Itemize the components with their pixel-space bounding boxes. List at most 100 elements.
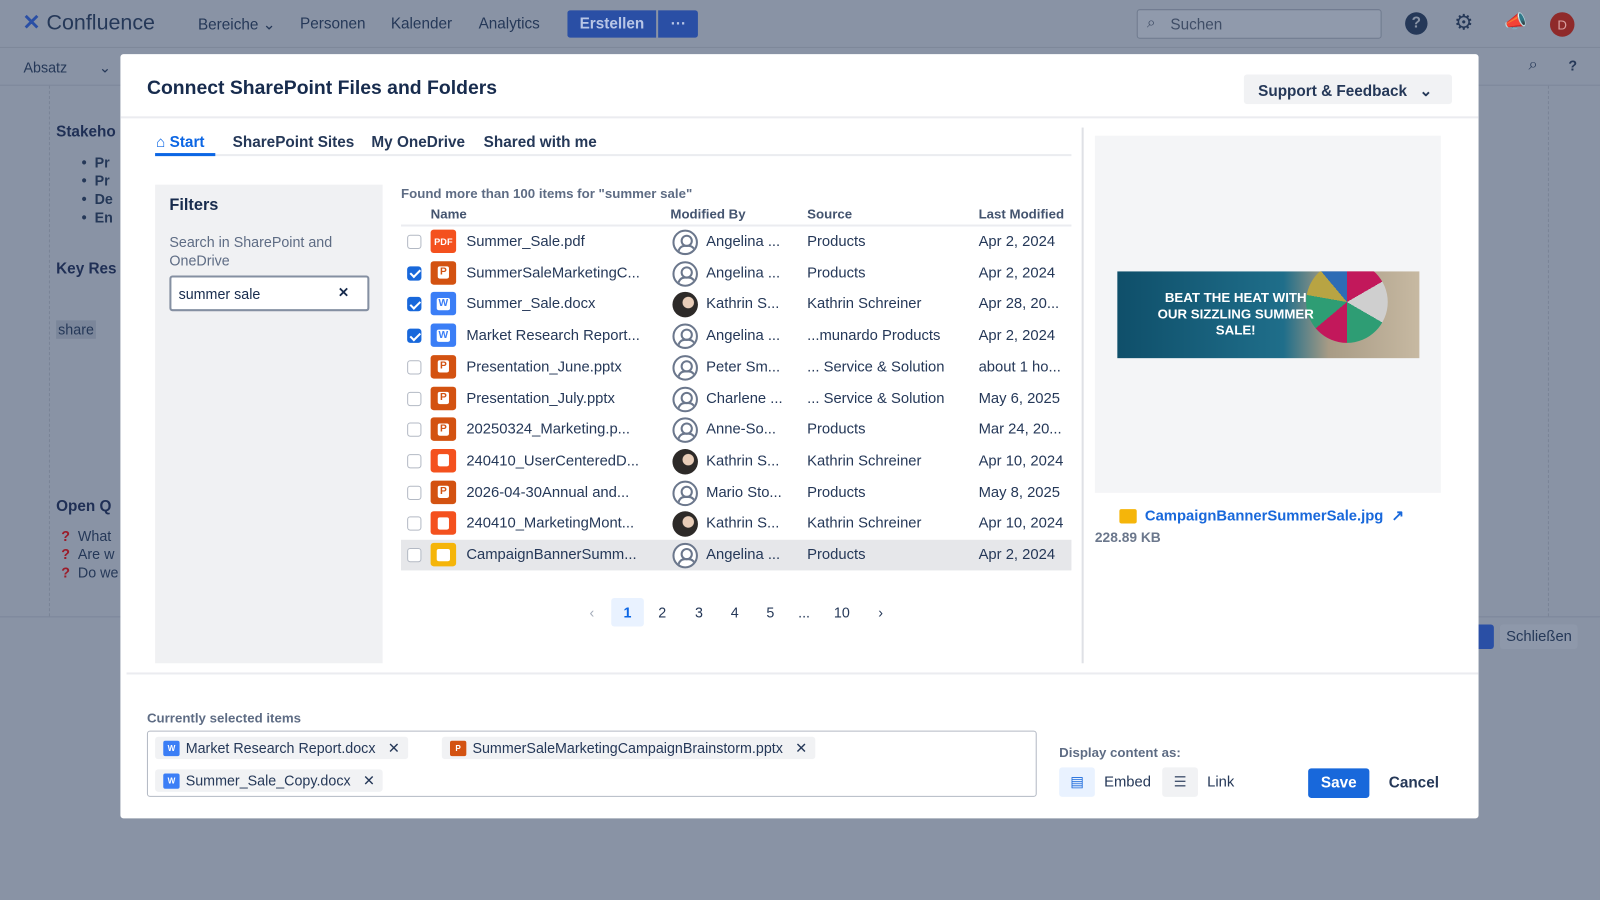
page-3-button[interactable]: 3: [683, 598, 716, 627]
question-icon: ?: [61, 564, 70, 580]
external-link-icon[interactable]: ↗: [1391, 508, 1403, 524]
file-name[interactable]: Presentation_June.pptx: [466, 359, 621, 375]
support-feedback-button[interactable]: Support & Feedback ⌄: [1244, 74, 1452, 104]
umbrella-graphic: [1306, 271, 1388, 342]
table-row[interactable]: P 20250324_Marketing.p... Anne-So... Pro…: [401, 414, 1071, 445]
home-icon: ⌂: [156, 134, 165, 151]
editor-help-icon[interactable]: ?: [1568, 57, 1577, 73]
tab-my-onedrive[interactable]: My OneDrive: [371, 134, 465, 151]
pptx-file-icon: P: [431, 480, 457, 503]
row-checkbox[interactable]: [407, 548, 421, 562]
file-source: ... Service & Solution: [807, 359, 944, 375]
close-editor-button[interactable]: Schließen: [1500, 624, 1578, 648]
table-row[interactable]: ▶ 240410_UserCenteredD... Kathrin S... K…: [401, 446, 1071, 477]
notifications-icon[interactable]: 📣: [1504, 11, 1527, 32]
link-icon-button[interactable]: ☰: [1162, 767, 1198, 797]
file-name[interactable]: 240410_MarketingMont...: [466, 516, 634, 532]
clear-search-icon[interactable]: ✕: [338, 285, 349, 301]
table-row[interactable]: W Market Research Report... Angelina ...…: [401, 321, 1071, 352]
preview-file-link[interactable]: CampaignBannerSummerSale.jpg↗: [1119, 508, 1404, 524]
powerpoint-file-icon: P: [450, 740, 466, 755]
table-row[interactable]: ▲ CampaignBannerSumm... Angelina ... Pro…: [401, 540, 1071, 571]
editor-search-icon[interactable]: ⌕: [1529, 56, 1538, 74]
tab-shared-with-me[interactable]: Shared with me: [484, 134, 597, 151]
create-more-button[interactable]: ···: [659, 10, 699, 38]
table-row[interactable]: P SummerSaleMarketingC... Angelina ... P…: [401, 258, 1071, 289]
nav-personen[interactable]: Personen: [300, 15, 366, 32]
row-checkbox[interactable]: [407, 517, 421, 531]
page-10-button[interactable]: 10: [826, 598, 859, 627]
page-5-button[interactable]: 5: [754, 598, 787, 627]
user-avatar[interactable]: D: [1550, 12, 1574, 36]
row-checkbox[interactable]: [407, 454, 421, 468]
embed-icon-button[interactable]: ▤: [1059, 767, 1095, 797]
filter-search-input[interactable]: summer sale✕: [169, 276, 369, 312]
row-checkbox[interactable]: [407, 297, 421, 311]
settings-gear-icon[interactable]: ⚙: [1454, 10, 1473, 36]
user-avatar-icon: [672, 261, 698, 287]
selected-chip: PSummerSaleMarketingCampaignBrainstorm.p…: [442, 737, 815, 759]
file-name[interactable]: 240410_UserCenteredD...: [466, 453, 639, 469]
row-checkbox[interactable]: [407, 485, 421, 499]
table-row[interactable]: P Presentation_June.pptx Peter Sm... ...…: [401, 352, 1071, 383]
nav-bereiche[interactable]: Bereiche ⌄: [198, 15, 276, 33]
question-icon: ?: [61, 528, 70, 544]
table-row[interactable]: P Presentation_July.pptx Charlene ... ..…: [401, 383, 1071, 414]
file-name[interactable]: Market Research Report...: [466, 328, 640, 344]
row-checkbox[interactable]: [407, 423, 421, 437]
help-icon[interactable]: ?: [1405, 12, 1427, 34]
row-checkbox[interactable]: [407, 329, 421, 343]
file-name[interactable]: 20250324_Marketing.p...: [466, 422, 630, 438]
file-name[interactable]: Presentation_July.pptx: [466, 390, 615, 406]
create-button[interactable]: Erstellen: [567, 10, 656, 38]
row-checkbox[interactable]: [407, 391, 421, 405]
file-name[interactable]: SummerSaleMarketingC...: [466, 265, 639, 281]
table-row[interactable]: W Summer_Sale.docx Kathrin S... Kathrin …: [401, 289, 1071, 320]
column-last-modified[interactable]: Last Modified: [979, 206, 1064, 221]
remove-icon[interactable]: ✕: [795, 739, 807, 756]
nav-kalender[interactable]: Kalender: [391, 15, 452, 32]
page-4-button[interactable]: 4: [718, 598, 751, 627]
file-name[interactable]: 2026-04-30Annual and...: [466, 484, 629, 500]
row-checkbox[interactable]: [407, 266, 421, 280]
column-name[interactable]: Name: [431, 206, 467, 221]
preview-divider: [1082, 128, 1084, 664]
file-name[interactable]: Summer_Sale.pdf: [466, 234, 584, 250]
tab-sharepoint-sites[interactable]: SharePoint Sites: [233, 134, 355, 151]
docx-file-icon: W: [431, 292, 457, 315]
prev-page-button[interactable]: ‹: [576, 598, 609, 627]
nav-analytics[interactable]: Analytics: [479, 15, 540, 32]
page-2-button[interactable]: 2: [646, 598, 679, 627]
row-checkbox[interactable]: [407, 235, 421, 249]
page-1-button[interactable]: 1: [611, 598, 644, 627]
user-avatar-icon: [672, 543, 698, 569]
save-button[interactable]: Save: [1308, 768, 1369, 798]
column-modified-by[interactable]: Modified By: [670, 206, 745, 221]
selected-chip: WMarket Research Report.docx✕: [155, 737, 408, 759]
page-ellipsis-button: ...: [788, 598, 821, 627]
modified-by: Angelina ...: [706, 265, 780, 281]
confluence-logo[interactable]: ✕Confluence: [22, 10, 155, 36]
file-name[interactable]: Summer_Sale.docx: [466, 296, 595, 312]
last-modified: Apr 2, 2024: [979, 265, 1056, 281]
file-name[interactable]: CampaignBannerSumm...: [466, 547, 636, 563]
next-page-button[interactable]: ›: [864, 598, 897, 627]
remove-icon[interactable]: ✕: [363, 772, 375, 789]
link-option[interactable]: Link: [1207, 774, 1234, 790]
column-source[interactable]: Source: [807, 206, 852, 221]
remove-icon[interactable]: ✕: [388, 739, 400, 756]
row-checkbox[interactable]: [407, 360, 421, 374]
paragraph-style-select[interactable]: Absatz ⌄: [23, 59, 110, 76]
file-source: Kathrin Schreiner: [807, 453, 921, 469]
table-row[interactable]: P 2026-04-30Annual and... Mario Sto... P…: [401, 477, 1071, 508]
selected-items-label: Currently selected items: [147, 710, 301, 725]
embed-option[interactable]: Embed: [1104, 774, 1151, 790]
tab-start[interactable]: ⌂ Start: [156, 134, 204, 151]
table-row[interactable]: ▶ 240410_MarketingMont... Kathrin S... K…: [401, 508, 1071, 539]
cancel-button[interactable]: Cancel: [1389, 774, 1439, 791]
file-source: Products: [807, 234, 865, 250]
display-as-label: Display content as:: [1059, 745, 1181, 760]
global-search-input[interactable]: ⌕Suchen: [1137, 9, 1382, 39]
stakeholder-list: • Pr• Pr• De• En: [82, 153, 113, 226]
table-row[interactable]: PDF Summer_Sale.pdf Angelina ... Product…: [401, 227, 1071, 258]
